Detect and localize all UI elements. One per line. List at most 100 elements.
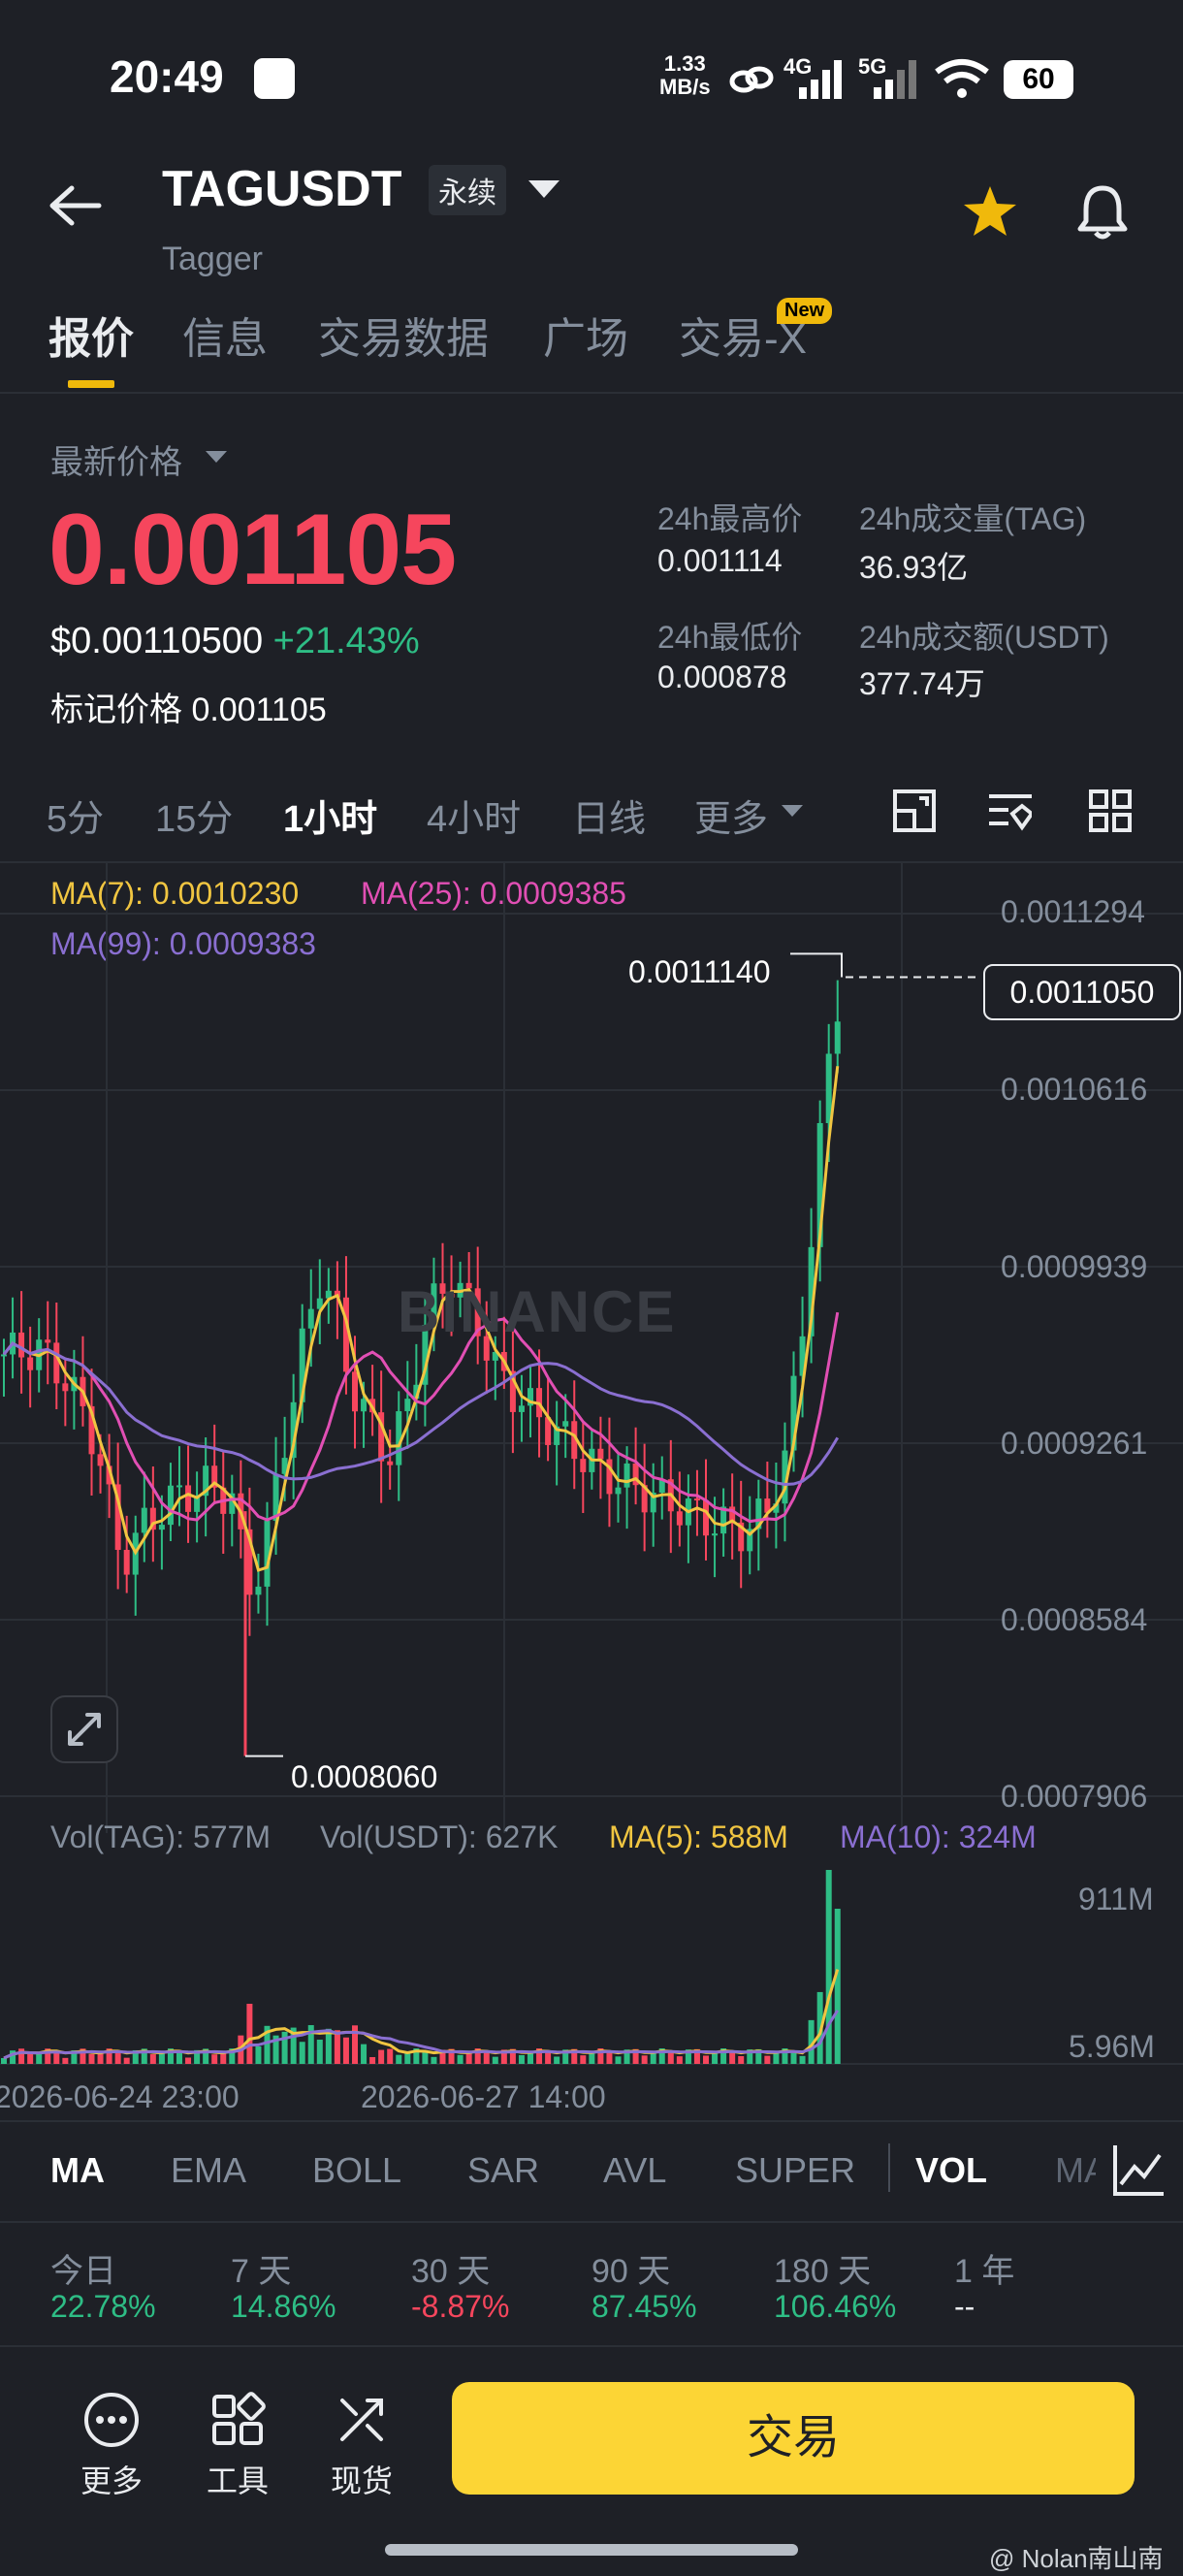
vol-usdt-value: 377.74万 (859, 666, 985, 701)
tab-quote[interactable]: 报价 (48, 304, 134, 366)
high-label: 24h最高价 (657, 501, 803, 536)
interval-5m[interactable]: 5分 (47, 789, 104, 842)
usd-price: $0.00110500 (50, 621, 264, 661)
contract-type-badge: 永续 (429, 165, 506, 215)
candle-body (518, 1405, 525, 1412)
price-change: +21.43% (272, 621, 420, 661)
y-tick: 0.0010616 (1001, 1072, 1148, 1107)
perf-label: 7 天 (231, 2253, 292, 2290)
volume-bar (334, 2030, 340, 2064)
current-price-tag: 0.0011050 (983, 964, 1181, 1020)
tab-active-indicator (68, 380, 114, 388)
indicator-settings-icon[interactable] (987, 789, 1032, 833)
candle-body (352, 1371, 358, 1412)
spot-button[interactable]: 现货 (308, 2391, 415, 2501)
x-tick: 2026-06-27 14:00 (361, 2079, 606, 2114)
interval-1d[interactable]: 日线 (572, 789, 646, 842)
status-time: 20:49 (110, 51, 224, 102)
more-label: 更多 (80, 2463, 143, 2498)
interval-more[interactable]: 更多 (694, 789, 768, 842)
min-price-label: 0.0008060 (291, 1759, 438, 1794)
high-marker-line (790, 952, 843, 978)
tab-info[interactable]: 信息 (182, 304, 268, 366)
volume-bar (492, 2056, 498, 2064)
volume-bar (518, 2054, 525, 2064)
chart-settings-icon[interactable] (892, 789, 937, 833)
tools-button[interactable]: 工具 (184, 2391, 291, 2501)
candle-body (62, 1383, 69, 1392)
home-indicator[interactable] (385, 2544, 798, 2556)
interval-1h[interactable]: 1小时 (283, 789, 377, 842)
y-tick: 0.0011294 (1001, 894, 1145, 929)
ind-tab-super[interactable]: SUPER (735, 2150, 855, 2191)
tools-label: 工具 (206, 2463, 269, 2498)
volume-bar (834, 1909, 841, 2064)
fullscreen-icon[interactable] (50, 1695, 118, 1763)
volume-bar (378, 2049, 385, 2064)
volume-bar (211, 2054, 218, 2064)
y-tick: 0.0007906 (1001, 1779, 1148, 1814)
indicator-toggle[interactable] (1096, 2134, 1183, 2211)
volume-bar (650, 2052, 656, 2064)
volume-bar (729, 2051, 736, 2064)
candle-body (623, 1463, 630, 1488)
ind-tab-ma[interactable]: MA (50, 2150, 105, 2191)
candle-body (580, 1459, 587, 1472)
ind-tab-vol[interactable]: VOL (915, 2150, 987, 2191)
vol-tag-value: 36.93亿 (859, 550, 969, 585)
volume-bar (27, 2053, 34, 2064)
volume-bar (97, 2053, 104, 2064)
line-chart-icon[interactable] (1109, 2141, 1167, 2200)
mark-price: 0.001105 (191, 692, 327, 728)
speed-unit: MB/s (659, 75, 711, 99)
symbol-dropdown-icon[interactable] (528, 180, 560, 198)
candle-body (361, 1399, 368, 1412)
vol-tag-label: 24h成交量(TAG) (859, 501, 1087, 536)
candle-body (176, 1485, 182, 1488)
candle-body (158, 1525, 165, 1530)
latest-price-dropdown-icon[interactable] (206, 451, 227, 463)
volume-bar (220, 2053, 227, 2064)
candle-body (27, 1357, 34, 1370)
link-icon (729, 66, 774, 93)
volume-bar (676, 2056, 683, 2064)
spot-label: 现货 (330, 2463, 393, 2498)
perf-value: -8.87% (411, 2289, 510, 2324)
ind-tab-sar[interactable]: SAR (467, 2150, 539, 2191)
volume-bar (483, 2051, 490, 2064)
more-button[interactable]: 更多 (58, 2391, 165, 2501)
back-arrow-icon[interactable] (48, 184, 103, 227)
perf-label: 1 年 (954, 2253, 1015, 2290)
candle-body (18, 1332, 25, 1358)
interval-15m[interactable]: 15分 (155, 789, 233, 842)
ind-tab-ema[interactable]: EMA (171, 2150, 246, 2191)
tab-square[interactable]: 广场 (543, 304, 628, 366)
candle-body (712, 1533, 719, 1536)
volume-chart[interactable] (0, 1862, 1183, 2076)
x-tick: 2026-06-24 23:00 (0, 2079, 240, 2114)
volume-bar (36, 2053, 43, 2064)
candle-body (676, 1511, 683, 1526)
ind-tab-boll[interactable]: BOLL (312, 2150, 401, 2191)
more-icon (84, 2393, 139, 2447)
candle-body (167, 1485, 174, 1526)
divider (0, 2221, 1183, 2223)
trade-button[interactable]: 交易 (452, 2382, 1135, 2495)
volume-bar (738, 2055, 745, 2064)
grid-layout-icon[interactable] (1088, 789, 1133, 833)
symbol-title[interactable]: TAGUSDT (162, 160, 401, 218)
y-tick: 0.0009261 (1001, 1426, 1148, 1461)
candle-body (53, 1342, 60, 1384)
volume-bar (342, 2037, 349, 2064)
interval-4h[interactable]: 4小时 (427, 789, 521, 842)
tab-trading-data[interactable]: 交易数据 (318, 304, 489, 366)
ind-tab-avl[interactable]: AVL (603, 2150, 666, 2191)
volume-bar (387, 2048, 394, 2064)
usd-price-line: $0.00110500 +21.43% (50, 621, 420, 662)
latest-price-label[interactable]: 最新价格 (50, 435, 182, 483)
more-dropdown-icon[interactable] (782, 805, 803, 817)
candle-body (615, 1487, 622, 1495)
star-icon[interactable] (962, 184, 1018, 239)
bell-icon[interactable] (1074, 182, 1131, 242)
mark-price-line: 标记价格 0.001105 (50, 683, 327, 730)
